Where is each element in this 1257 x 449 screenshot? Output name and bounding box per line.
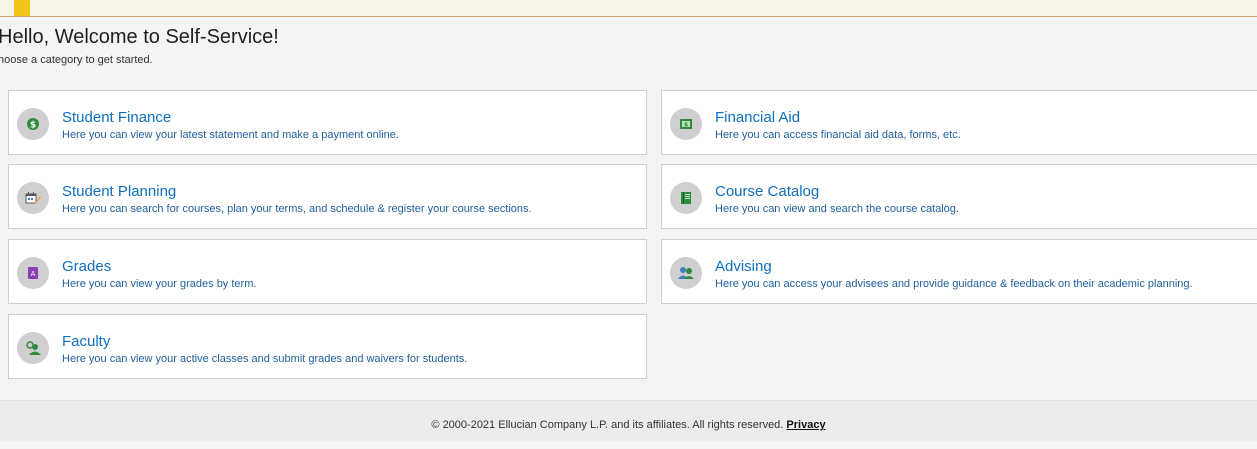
card-description: Here you can view your grades by term. xyxy=(62,278,257,290)
card-course-catalog[interactable]: Course Catalog Here you can view and sea… xyxy=(661,164,1257,229)
card-title[interactable]: Course Catalog xyxy=(715,183,819,200)
card-financial-aid[interactable]: $ Financial Aid Here you can access fina… xyxy=(661,90,1257,155)
grade-report-icon: A xyxy=(17,257,49,289)
card-faculty[interactable]: Faculty Here you can view your active cl… xyxy=(8,314,647,379)
faculty-person-icon xyxy=(17,332,49,364)
card-student-finance[interactable]: $ Student Finance Here you can view your… xyxy=(8,90,647,155)
svg-text:$: $ xyxy=(30,121,36,131)
card-advising[interactable]: Advising Here you can access your advise… xyxy=(661,239,1257,304)
card-description: Here you can view your latest statement … xyxy=(62,129,399,141)
dollar-coin-icon: $ xyxy=(17,108,49,140)
card-description: Here you can access financial aid data, … xyxy=(715,129,961,141)
card-title[interactable]: Faculty xyxy=(62,333,110,350)
card-title[interactable]: Grades xyxy=(62,258,111,275)
card-description: Here you can search for courses, plan yo… xyxy=(62,203,532,215)
money-icon: $ xyxy=(670,108,702,140)
calendar-pencil-icon xyxy=(17,182,49,214)
card-grades[interactable]: A Grades Here you can view your grades b… xyxy=(8,239,647,304)
footer: © 2000-2021 Ellucian Company L.P. and it… xyxy=(0,400,1257,441)
people-icon xyxy=(670,257,702,289)
svg-text:A: A xyxy=(31,270,36,278)
card-title[interactable]: Student Finance xyxy=(62,109,171,126)
card-title[interactable]: Student Planning xyxy=(62,183,176,200)
card-student-planning[interactable]: Student Planning Here you can search for… xyxy=(8,164,647,229)
card-title[interactable]: Financial Aid xyxy=(715,109,800,126)
footer-copyright: © 2000-2021 Ellucian Company L.P. and it… xyxy=(431,419,784,431)
book-icon xyxy=(670,182,702,214)
privacy-link[interactable]: Privacy xyxy=(786,419,825,431)
svg-text:$: $ xyxy=(684,122,688,129)
card-description: Here you can view your active classes an… xyxy=(62,353,468,365)
menu-tab[interactable] xyxy=(14,0,30,16)
page-title: Hello, Welcome to Self-Service! xyxy=(0,26,279,48)
card-description: Here you can view and search the course … xyxy=(715,203,959,215)
card-title[interactable]: Advising xyxy=(715,258,772,275)
top-bar xyxy=(0,0,1257,17)
page-subtitle: hoose a category to get started. xyxy=(0,54,153,66)
card-description: Here you can access your advisees and pr… xyxy=(715,278,1193,290)
